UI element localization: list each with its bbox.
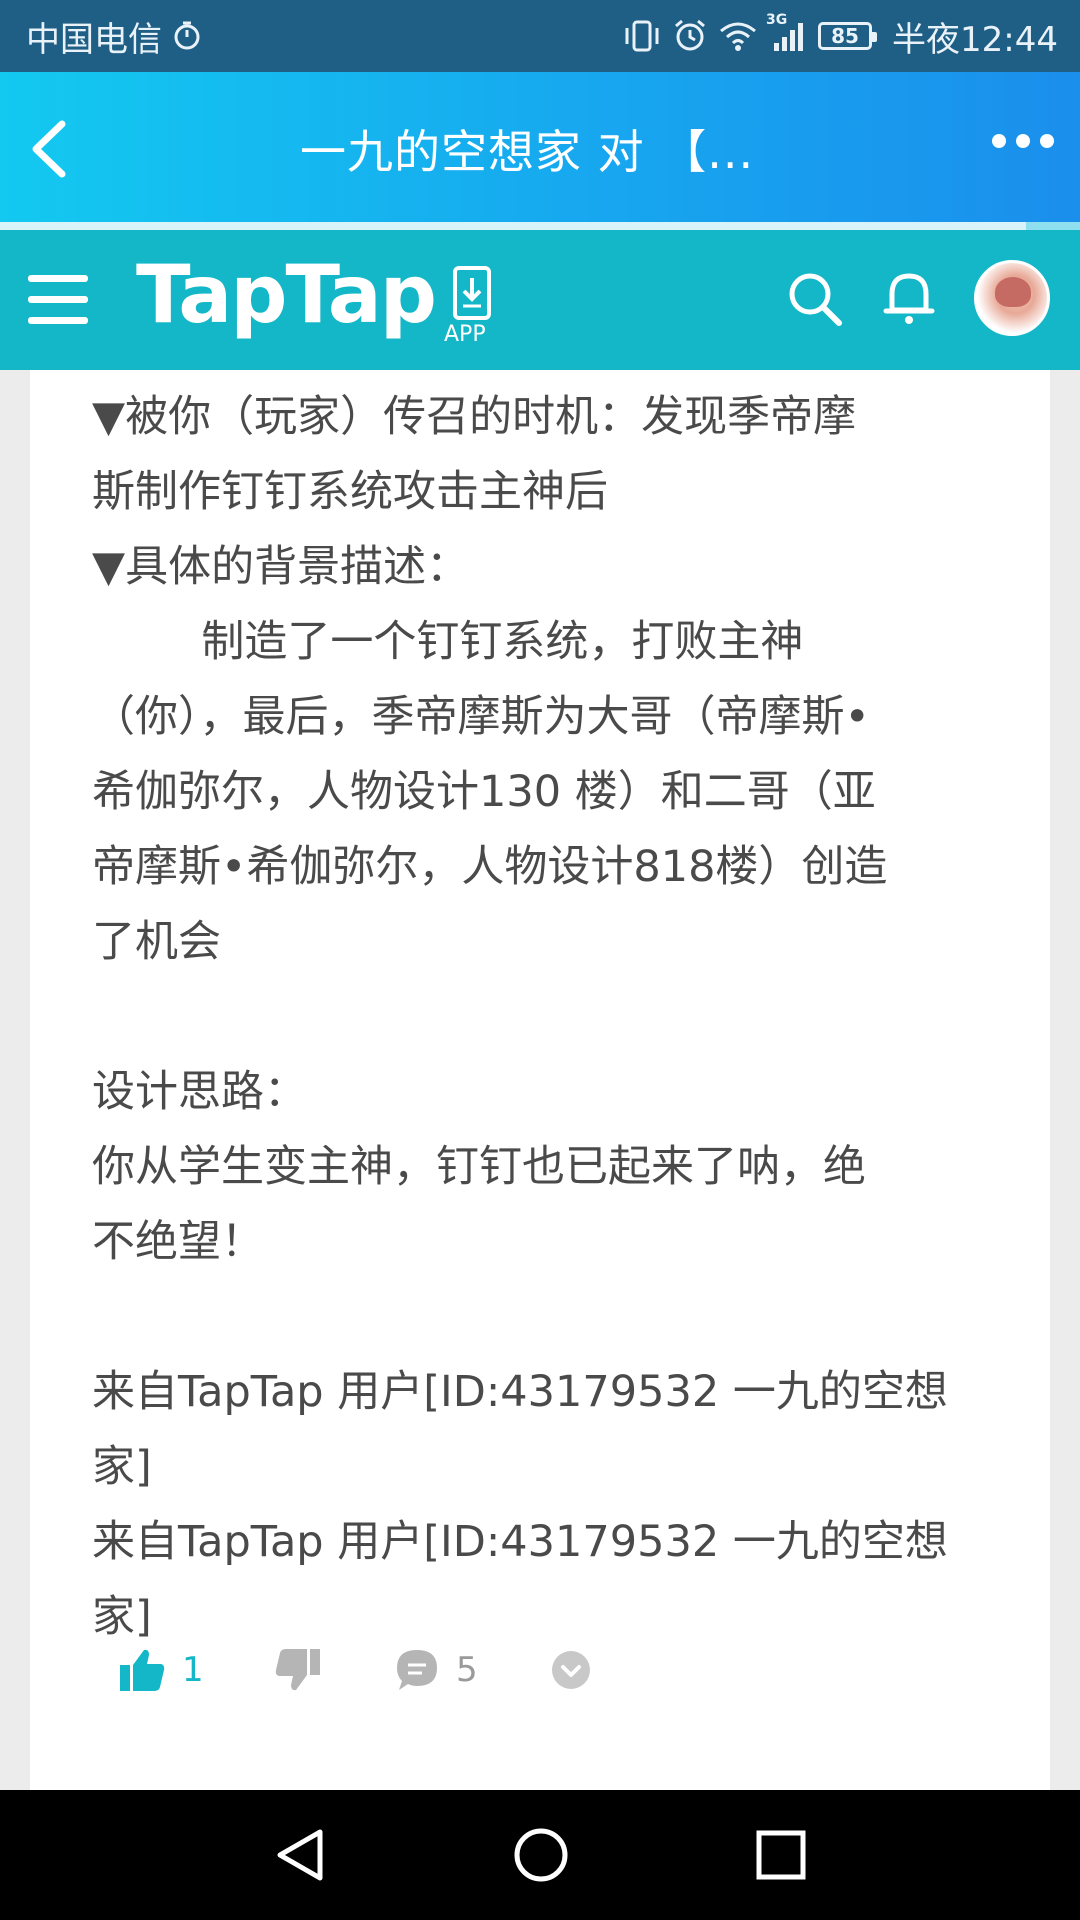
page-load-progress [0, 222, 1080, 230]
carrier-name: 中国电信 [26, 19, 162, 60]
more-dot-icon [1040, 134, 1054, 148]
nav-recents-button[interactable] [752, 1826, 810, 1888]
status-bar-left: 中国电信 [26, 12, 202, 61]
post-actions: 1 5 [30, 1630, 1050, 1710]
comment-count: 5 [456, 1650, 478, 1690]
network-type-label: 3G [766, 12, 788, 28]
circle-home-icon [514, 1828, 568, 1882]
square-recents-icon [756, 1830, 806, 1880]
search-icon[interactable] [786, 270, 844, 332]
like-button[interactable]: 1 [118, 1630, 204, 1710]
post-card: ▼被你（玩家）传召的时机：发现季帝摩 斯制作钉钉系统攻击主神后 ▼具体的背景描述… [30, 370, 1050, 1790]
cellular-signal-icon: 3G [766, 12, 808, 56]
battery-level: 85 [831, 24, 859, 48]
phone-download-icon [453, 266, 491, 320]
like-count: 1 [182, 1650, 204, 1690]
status-bar: 中国电信 3G 85 半夜12:44 [0, 0, 1080, 72]
dislike-button[interactable] [274, 1630, 322, 1710]
app-download-button[interactable]: APP [444, 266, 496, 348]
nav-back-button[interactable] [272, 1826, 332, 1888]
more-dot-icon [992, 134, 1006, 148]
system-navigation-bar [0, 1790, 1080, 1920]
back-button[interactable] [22, 114, 82, 184]
page-title: 一九的空想家 对 【... [300, 125, 755, 179]
progress-fill [0, 222, 1026, 230]
more-options-button[interactable] [992, 134, 1054, 148]
thumbs-down-icon [275, 1649, 320, 1691]
triangle-back-icon [277, 1829, 323, 1881]
nav-home-button[interactable] [512, 1826, 570, 1888]
comment-button[interactable]: 5 [394, 1630, 478, 1710]
status-bar-right: 3G 85 半夜12:44 [622, 12, 1058, 61]
chevron-left-icon [32, 120, 66, 178]
app-title-bar: 一九的空想家 对 【... [0, 72, 1080, 222]
comment-bubble-icon [397, 1650, 437, 1690]
user-avatar[interactable] [974, 260, 1050, 336]
expand-more-button[interactable] [550, 1630, 592, 1710]
notification-bell-icon[interactable] [882, 268, 936, 330]
alarm-icon [672, 16, 708, 56]
more-dot-icon [1016, 134, 1030, 148]
taptap-logo[interactable]: TapTap [136, 248, 437, 341]
hamburger-menu-icon[interactable] [28, 275, 90, 325]
clock: 半夜12:44 [892, 19, 1058, 60]
post-body-text: ▼被你（玩家）传召的时机：发现季帝摩 斯制作钉钉系统攻击主神后 ▼具体的背景描述… [92, 392, 948, 1642]
chevron-down-circle-icon [552, 1651, 590, 1689]
wifi-icon [718, 16, 758, 56]
app-label: APP [444, 322, 486, 347]
vibrate-icon [622, 16, 662, 56]
battery-icon: 85 [818, 22, 878, 50]
taptap-header: TapTap APP [0, 230, 1080, 370]
thumbs-up-icon [120, 1649, 165, 1691]
timer-icon [172, 16, 202, 56]
